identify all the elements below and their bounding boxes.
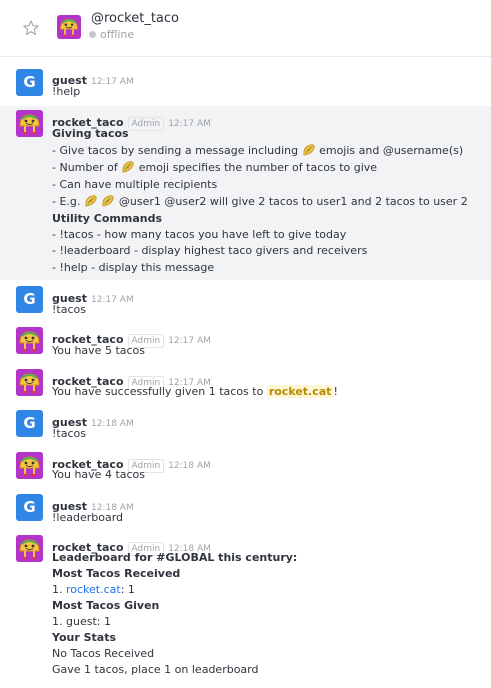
leaderboard-title: Leaderboard for #GLOBAL this century: <box>52 551 298 564</box>
message[interactable]: rocket_taco Admin 12:17 AM You have 5 taco… <box>0 323 491 363</box>
timestamp: 12:17 AM <box>168 119 211 129</box>
message-text: You have successfully given 1 tacos to r… <box>52 385 338 398</box>
timestamp: 12:17 AM <box>90 295 134 305</box>
leaderboard-entry: 1. rocket.cat: 1 <box>52 583 135 596</box>
star-icon[interactable] <box>22 19 40 37</box>
room-avatar <box>57 15 81 39</box>
room-header: @rocket_taco offline <box>0 0 491 57</box>
message[interactable]: rocket_taco Admin 12:17 AM You have succes… <box>0 365 491 405</box>
room-status: offline <box>89 28 134 41</box>
timestamp: 12:17 AM <box>90 77 134 87</box>
message[interactable]: G guest 12:18 AM !tacos <box>0 406 491 446</box>
message-text: !leaderboard <box>52 511 124 524</box>
timestamp: 12:18 AM <box>90 419 134 429</box>
message[interactable]: rocket_taco Admin 12:18 AM Leaderboard for… <box>0 531 491 681</box>
user-link[interactable]: rocket.cat <box>66 583 121 596</box>
avatar[interactable]: G <box>16 286 43 313</box>
role-badge: Admin <box>127 117 165 131</box>
avatar[interactable]: G <box>16 69 43 96</box>
room-name: rocket_taco <box>104 11 179 26</box>
message[interactable]: G guest 12:17 AM !help <box>0 64 491 104</box>
avatar[interactable]: G <box>16 410 43 437</box>
avatar[interactable] <box>16 452 43 479</box>
room-title: @rocket_taco <box>91 11 179 26</box>
message-line: - Can have multiple recipients <box>52 178 218 191</box>
message-text: !help <box>52 85 81 98</box>
message[interactable]: rocket_taco Admin 12:17 AM Giving tacos - … <box>0 106 491 280</box>
taco-emoji-icon <box>121 160 135 174</box>
leaderboard-heading: Most Tacos Given <box>52 599 160 612</box>
leaderboard-entry: 1. guest: 1 <box>52 615 111 628</box>
taco-emoji-icon <box>101 194 115 208</box>
taco-emoji-icon <box>302 143 316 157</box>
message-text: You have 4 tacos <box>52 468 146 481</box>
status-dot-icon <box>89 30 96 38</box>
message[interactable]: G guest 12:17 AM !tacos <box>0 282 491 322</box>
message-line: - !leaderboard - display highest taco gi… <box>52 244 368 257</box>
message-line: - Number of emoji specifies the number o… <box>52 160 378 174</box>
avatar[interactable] <box>16 535 43 562</box>
message-text: !tacos <box>52 303 86 316</box>
mention-chip[interactable]: rocket.cat <box>266 385 334 398</box>
message-line: - Give tacos by sending a message includ… <box>52 143 464 157</box>
timestamp: 12:18 AM <box>168 461 211 471</box>
avatar[interactable] <box>16 369 43 396</box>
avatar[interactable]: G <box>16 494 43 521</box>
message-text: !tacos <box>52 427 86 440</box>
timestamp: 12:17 AM <box>168 336 211 346</box>
stats-line: No Tacos Received <box>52 647 155 660</box>
message-line: - !tacos - how many tacos you have left … <box>52 228 347 241</box>
message-line: - E.g. @user1 @user2 will give 2 tacos t… <box>52 194 468 208</box>
leaderboard-heading: Most Tacos Received <box>52 567 181 580</box>
message-heading: Giving tacos <box>52 127 129 140</box>
leaderboard-heading: Your Stats <box>52 631 117 644</box>
message-line: - !help - display this message <box>52 261 215 274</box>
message[interactable]: G guest 12:18 AM !leaderboard <box>0 490 491 530</box>
room-prefix: @ <box>91 11 104 26</box>
avatar[interactable] <box>16 327 43 354</box>
avatar[interactable] <box>16 110 43 137</box>
message[interactable]: rocket_taco Admin 12:18 AM You have 4 taco… <box>0 448 491 488</box>
message-text: You have 5 tacos <box>52 344 146 357</box>
stats-line: Gave 1 tacos, place 1 on leaderboard <box>52 663 259 676</box>
taco-emoji-icon <box>84 194 98 208</box>
message-heading: Utility Commands <box>52 212 162 225</box>
room-status-text: offline <box>100 28 135 41</box>
